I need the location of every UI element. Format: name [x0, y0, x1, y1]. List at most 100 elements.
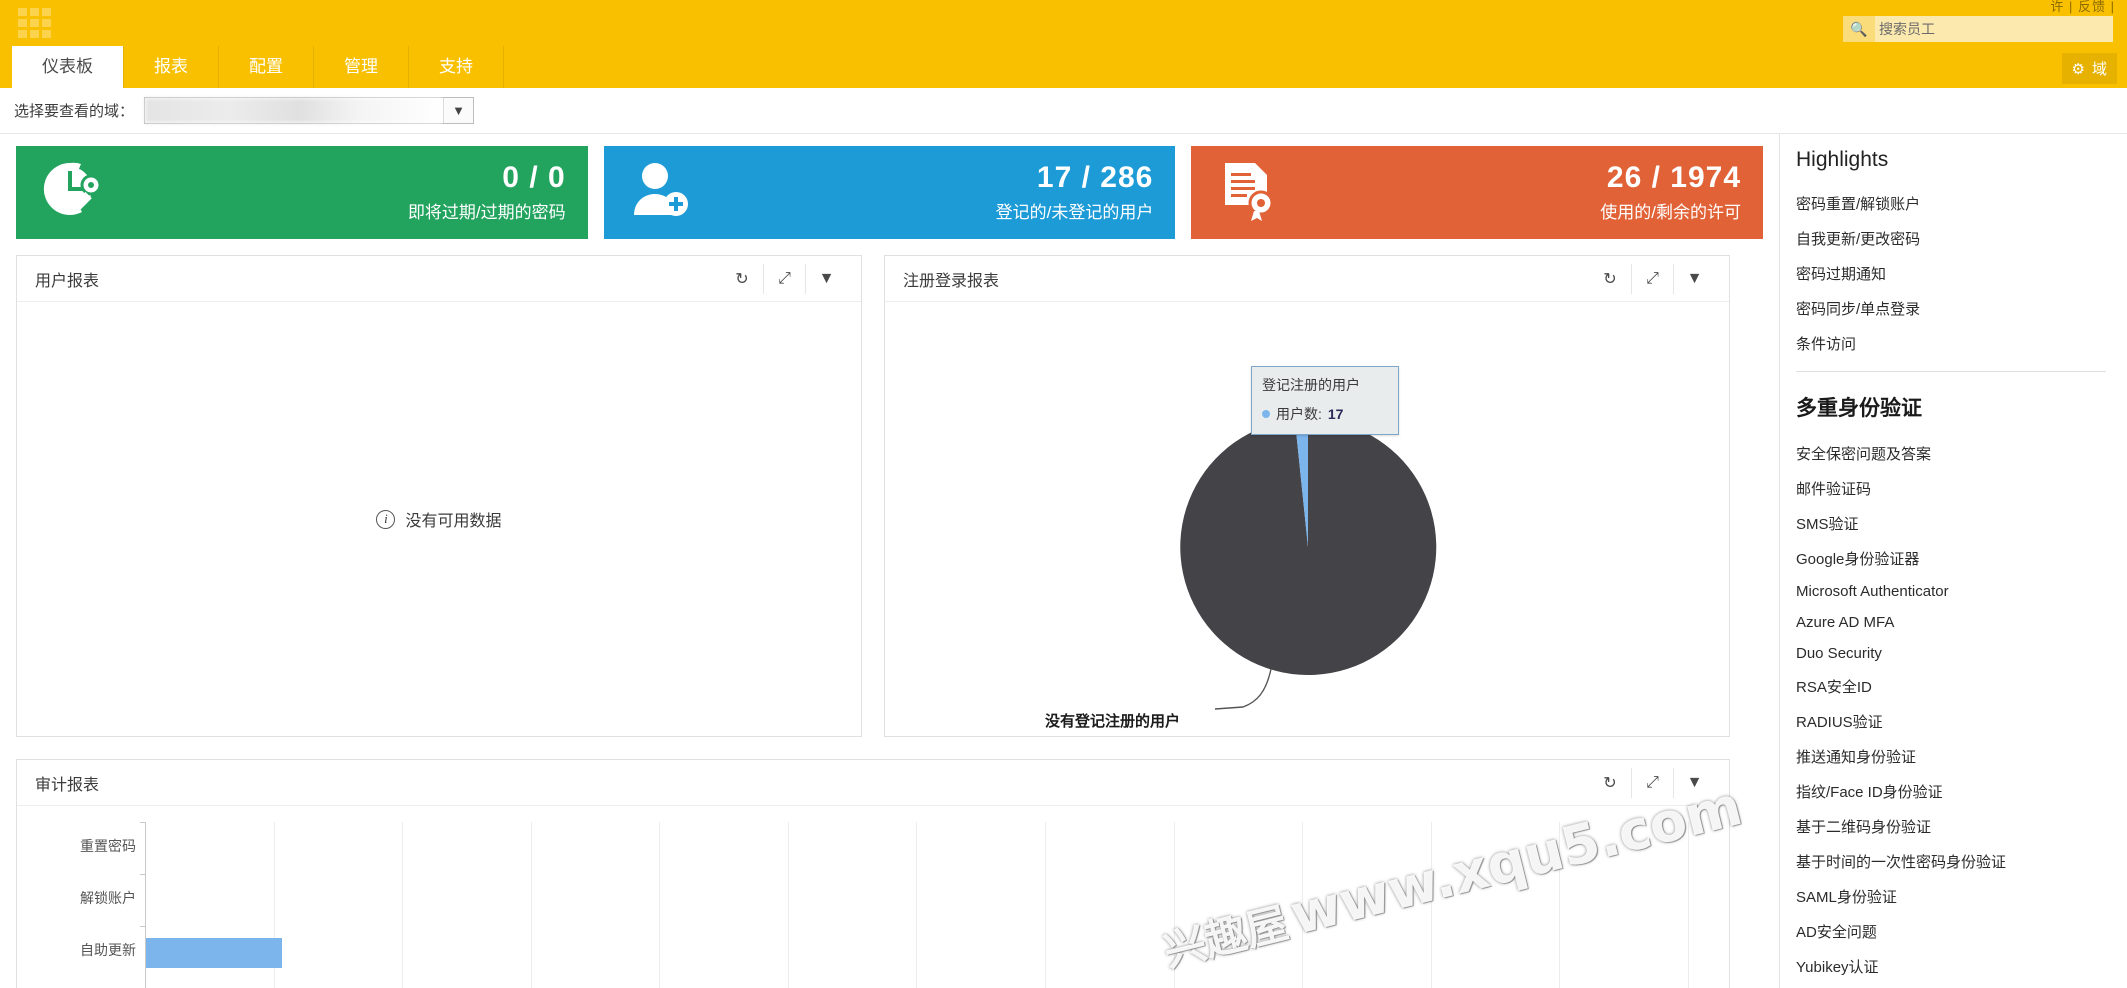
search-icon: 🔍​ — [1850, 20, 1868, 37]
card-value: 26 / 1974 — [1606, 161, 1742, 195]
empty-state-text: 没有可用数据 — [405, 513, 502, 530]
tab-dashboard[interactable]: 仪表板 — [12, 46, 124, 88]
main-tab-strip: 仪表板 报表 配置 管理 支持 ⚙ 域 — [0, 46, 2127, 88]
sidebar-item-password-reset[interactable]: 密码重置/解锁账户 — [1796, 186, 2127, 221]
axis-tick — [140, 926, 146, 927]
sidebar-item-ad-security-questions[interactable]: AD安全问题 — [1796, 914, 2127, 949]
sidebar-item-radius[interactable]: RADIUS验证 — [1796, 704, 2127, 739]
refresh-icon[interactable]: ↻ — [1589, 264, 1631, 294]
expand-icon[interactable]: ⤢ — [1631, 767, 1673, 798]
panel-title: 用户报表 — [35, 272, 100, 290]
sidebar-item-google-authenticator[interactable]: Google身份验证器 — [1796, 541, 2127, 576]
axis-tick — [140, 822, 146, 823]
sidebar-item-sms-verification[interactable]: SMS验证 — [1796, 506, 2127, 541]
chevron-down-icon[interactable]: ▼ — [1673, 767, 1715, 798]
stat-cards: 0 / 0 即将过期/过期的密码 17 / 286 登记的/未登记的用户 26 … — [16, 146, 1764, 239]
chevron-down-icon[interactable]: ▼ — [805, 263, 847, 294]
tab-support[interactable]: 支持 — [409, 46, 504, 88]
info-icon: i — [376, 509, 396, 529]
sidebar-divider — [1796, 371, 2106, 372]
card-caption: 使用的/剩余的许可 — [1600, 202, 1742, 222]
top-right-links[interactable]: 许 | 反馈 | — [2050, 0, 2115, 15]
tooltip-title: 登记注册的用户 — [1262, 377, 1360, 393]
search-input[interactable] — [1875, 16, 2113, 42]
domain-selector-row: 选择要查看的域： ▼ — [0, 88, 2127, 134]
top-bar: 许 | 反馈 | 🔍​ — [0, 0, 2127, 46]
bar-chart-plot: 重置密码 解锁账户 自助更新 — [80, 822, 1689, 988]
expand-icon[interactable]: ⤢ — [763, 263, 805, 294]
axis-tick — [140, 874, 146, 875]
tooltip-marker-icon — [1262, 410, 1270, 418]
page-body: 0 / 0 即将过期/过期的密码 17 / 286 登记的/未登记的用户 26 … — [0, 134, 2127, 988]
tab-reports[interactable]: 报表 — [124, 46, 219, 88]
empty-state: i 没有可用数据 — [17, 302, 861, 736]
card-expiring-passwords[interactable]: 0 / 0 即将过期/过期的密码 — [16, 146, 588, 239]
sidebar-item-conditional-access[interactable]: 条件访问 — [1796, 326, 2127, 361]
sidebar-item-password-sync-sso[interactable]: 密码同步/单点登录 — [1796, 291, 2127, 326]
panel-row: 用户报表 ↻ ⤢ ▼ i 没有可用数据 注册登录报表 ↻ ⤢ ▼ 没有登记注册的… — [16, 255, 1763, 737]
sidebar-item-totp[interactable]: 基于时间的一次性密码身份验证 — [1796, 844, 2127, 879]
app-grid-icon[interactable] — [18, 8, 62, 38]
domain-settings-button[interactable]: ⚙ 域 — [2061, 53, 2117, 84]
sidebar-item-security-questions[interactable]: 安全保密问题及答案 — [1796, 436, 2127, 471]
user-add-icon — [628, 159, 708, 226]
panel-audit-report: 审计报表 ↻ ⤢ ▼ 重置密码 解锁账户 自助更新 — [16, 759, 1730, 988]
bar-category-label: 重置密码 — [80, 838, 136, 854]
sidebar-item-azure-ad-mfa[interactable]: Azure AD MFA — [1796, 607, 2127, 638]
panel-tools: ↻ ⤢ ▼ — [721, 263, 847, 294]
bar[interactable] — [146, 938, 282, 968]
sidebar-item-saml[interactable]: SAML身份验证 — [1796, 879, 2127, 914]
panel-user-report: 用户报表 ↻ ⤢ ▼ i 没有可用数据 — [16, 255, 862, 737]
panel-header: 用户报表 ↻ ⤢ ▼ — [17, 256, 861, 302]
chevron-down-icon[interactable]: ▼ — [443, 98, 474, 123]
card-caption: 登记的/未登记的用户 — [995, 202, 1154, 222]
card-enrolled-users[interactable]: 17 / 286 登记的/未登记的用户 — [603, 146, 1176, 239]
bar-category-label: 解锁账户 — [80, 890, 136, 906]
panel-title: 注册登录报表 — [903, 272, 1000, 290]
sidebar-item-qr-code[interactable]: 基于二维码身份验证 — [1796, 809, 2127, 844]
tooltip-series-value: 17 — [1327, 406, 1344, 422]
domain-settings-label: 域 — [2091, 61, 2107, 78]
sidebar-item-email-verification[interactable]: 邮件验证码 — [1796, 471, 2127, 506]
domain-select[interactable]: ▼ — [144, 97, 475, 124]
tab-admin[interactable]: 管理 — [314, 46, 409, 88]
refresh-icon[interactable]: ↻ — [1589, 768, 1631, 798]
sidebar-item-duo-security[interactable]: Duo Security — [1796, 638, 2127, 669]
sidebar-item-microsoft-authenticator[interactable]: Microsoft Authenticator — [1796, 576, 2127, 607]
panel-tools: ↻ ⤢ ▼ — [1589, 263, 1715, 294]
clock-key-icon — [40, 159, 120, 226]
domain-selector-label: 选择要查看的域： — [14, 103, 135, 120]
sidebar-item-yubikey[interactable]: Yubikey认证 — [1796, 949, 2127, 984]
pie-chart: 登记注册的用户 没有登记注册的用户 登记注册的用户 用户数: 17 — [885, 302, 1729, 736]
refresh-icon[interactable]: ↻ — [721, 264, 763, 294]
bar-row: 自助更新 — [80, 926, 1689, 978]
mfa-title: 多重身份验证 — [1796, 397, 1922, 420]
panel-header: 审计报表 ↻ ⤢ ▼ — [17, 760, 1729, 806]
chevron-down-icon[interactable]: ▼ — [1673, 263, 1715, 294]
panel-header: 注册登录报表 ↻ ⤢ ▼ — [885, 256, 1729, 302]
panel-enroll-login-report: 注册登录报表 ↻ ⤢ ▼ 没有登记注册的用户 登记注册的用户 用户数: 17 — [884, 255, 1730, 737]
bar-category-label: 自助更新 — [80, 942, 136, 958]
tab-configuration[interactable]: 配置 — [219, 46, 314, 88]
expand-icon[interactable]: ⤢ — [1631, 263, 1673, 294]
sidebar-item-fingerprint-faceid[interactable]: 指纹/Face ID身份验证 — [1796, 774, 2127, 809]
card-licenses[interactable]: 26 / 1974 使用的/剩余的许可 — [1191, 146, 1764, 239]
bar-chart-rows: 重置密码 解锁账户 自助更新 — [80, 822, 1689, 988]
search-box[interactable]: 🔍​ — [1843, 16, 2113, 42]
panel-tools: ↻ ⤢ ▼ — [1589, 767, 1715, 798]
main-content: 0 / 0 即将过期/过期的密码 17 / 286 登记的/未登记的用户 26 … — [0, 134, 1779, 988]
panel-title: 审计报表 — [35, 776, 100, 794]
sidebar-item-expiry-notification[interactable]: 密码过期通知 — [1796, 256, 2127, 291]
sidebar-item-push-notification[interactable]: 推送通知身份验证 — [1796, 739, 2127, 774]
bar-row: 重置密码 — [80, 822, 1689, 874]
card-value: 0 / 0 — [502, 161, 566, 195]
sidebar-item-rsa-secure-id[interactable]: RSA安全ID — [1796, 669, 2127, 704]
sidebar-item-self-update[interactable]: 自我更新/更改密码 — [1796, 221, 2127, 256]
pie-label-not-enrolled: 没有登记注册的用户 — [1045, 713, 1181, 730]
domain-select-value — [145, 98, 443, 123]
card-value: 17 / 286 — [1036, 161, 1154, 195]
gear-icon: ⚙ — [2071, 60, 2085, 78]
audit-bar-chart: 重置密码 解锁账户 自助更新 — [17, 806, 1729, 988]
tooltip-series-label: 用户数: — [1276, 406, 1322, 422]
tooltip-series: 用户数: 17 — [1262, 404, 1388, 424]
